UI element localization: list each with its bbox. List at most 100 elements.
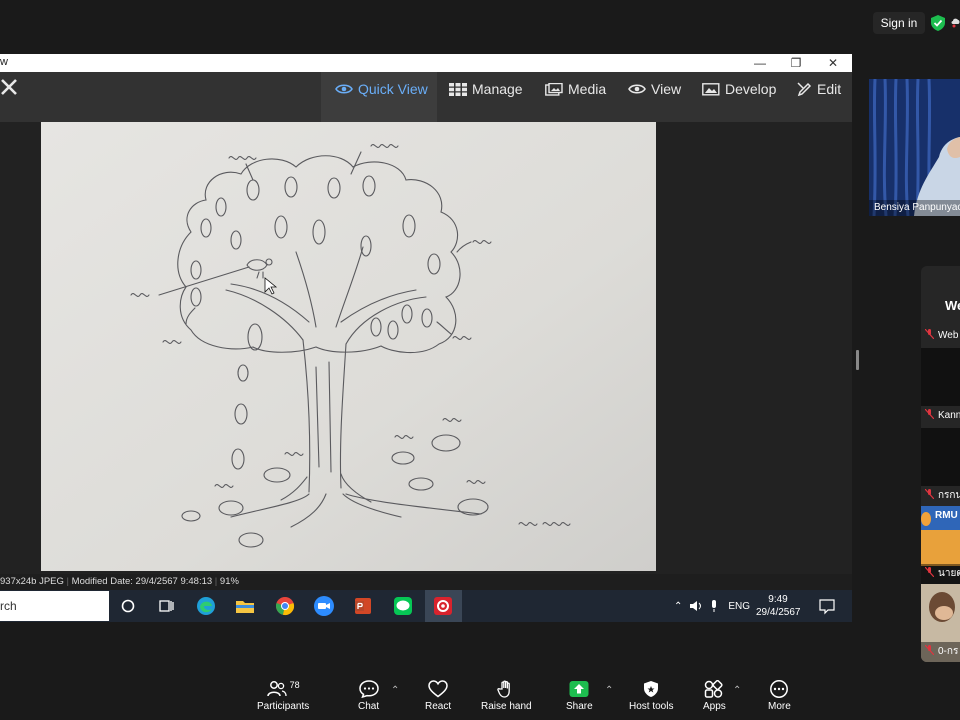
window-title: w [0, 56, 8, 68]
grid-icon [449, 82, 467, 96]
side-participant-label: Kann [938, 410, 960, 421]
taskbar-search-box[interactable]: rch [0, 591, 109, 621]
side-participant-row[interactable]: Kann [921, 406, 960, 426]
tab-edit[interactable]: Edit [797, 76, 841, 102]
chat-label: Chat [358, 701, 380, 712]
shield-icon[interactable] [931, 15, 945, 31]
microphone-icon[interactable] [710, 600, 718, 612]
react-button[interactable]: React [425, 680, 451, 712]
participants-label: Participants [257, 701, 310, 712]
side-banner-text: RMU [935, 510, 958, 521]
side-participant-row[interactable]: 0-กร [921, 642, 960, 662]
tab-view[interactable]: View [628, 76, 681, 102]
participant-video [869, 79, 960, 216]
apps-options-chevron-icon[interactable]: ⌃ [733, 685, 741, 696]
mic-muted-icon [925, 489, 934, 499]
chat-options-chevron-icon[interactable]: ⌃ [391, 685, 399, 696]
side-participant-label: Web [938, 330, 959, 341]
taskbar-search-label: rch [0, 599, 17, 613]
raise-hand-label: Raise hand [481, 701, 532, 712]
panel-resize-handle[interactable] [856, 350, 859, 370]
tab-quick-view-label: Quick View [358, 81, 428, 97]
share-button[interactable]: Share [566, 680, 593, 712]
shared-screen-window: w — ❐ ✕ Quick View Manage Media View Dev… [0, 54, 852, 622]
system-tray: ⌃ ENG [674, 590, 750, 622]
status-modified-date: Modified Date: 29/4/2567 9:48:13 [71, 576, 213, 587]
side-panel-heading: We [945, 298, 960, 313]
close-icon[interactable] [0, 76, 18, 98]
participant-video-tile[interactable]: Bensiya Panpunyac [869, 79, 960, 216]
side-participant-label: 0-กร [938, 646, 959, 657]
chat-button[interactable]: Chat [358, 680, 379, 712]
tab-manage[interactable]: Manage [449, 76, 523, 102]
powerpoint-icon[interactable] [351, 594, 375, 618]
task-view-icon[interactable] [154, 594, 178, 618]
raise-hand-button[interactable]: Raise hand [481, 680, 532, 712]
university-logo-icon [921, 512, 931, 526]
share-options-chevron-icon[interactable]: ⌃ [605, 685, 613, 696]
participants-side-panel: We Web Kann กรกน RMU นายต 0-กร [921, 266, 960, 662]
minimize-icon[interactable]: — [742, 54, 778, 72]
eye-icon [335, 84, 353, 94]
host-tools-button[interactable]: Host tools [629, 680, 673, 712]
participants-count: 78 [289, 680, 300, 690]
line-icon[interactable] [391, 594, 415, 618]
side-participant-row[interactable]: กรกน [921, 486, 960, 506]
side-banner-fill [921, 530, 960, 566]
chrome-icon[interactable] [273, 594, 297, 618]
restore-icon[interactable]: ❐ [778, 54, 814, 72]
close-window-icon[interactable]: ✕ [815, 54, 851, 72]
speaker-icon[interactable] [689, 600, 703, 612]
apps-label: Apps [703, 701, 726, 712]
side-video-blank [921, 428, 960, 486]
image-viewer-canvas [0, 122, 852, 574]
acdsee-icon[interactable] [431, 594, 455, 618]
apps-icon [705, 680, 723, 698]
participant-name: Bensiya Panpunyac [869, 200, 960, 216]
more-icon [770, 680, 789, 698]
window-titlebar: w — ❐ ✕ [0, 54, 852, 72]
develop-icon [702, 82, 720, 96]
windows-taskbar: rch ⌃ ENG 9:49 29/4/2567 [0, 590, 852, 622]
share-screen-icon [569, 681, 589, 697]
clock-time: 9:49 [768, 594, 788, 605]
side-participant-label: กรกน [938, 490, 960, 501]
taskbar-clock[interactable]: 9:49 29/4/2567 [756, 593, 801, 619]
chat-icon [358, 680, 379, 698]
start-circle-icon[interactable] [116, 594, 140, 618]
tab-manage-label: Manage [472, 81, 523, 97]
participants-button[interactable]: 78 Participants [257, 680, 309, 712]
status-zoom: 91% [219, 576, 239, 587]
cloud-icon [951, 18, 960, 28]
tab-media[interactable]: Media [545, 76, 606, 102]
share-label: Share [566, 701, 593, 712]
tab-quick-view[interactable]: Quick View [335, 76, 428, 102]
edge-icon[interactable] [194, 594, 218, 618]
tray-language[interactable]: ENG [728, 601, 750, 612]
person-face-shape [935, 606, 953, 620]
more-button[interactable]: More [768, 680, 791, 712]
mic-muted-icon [925, 645, 934, 655]
side-participant-row[interactable]: นายต [921, 564, 960, 584]
tray-chevron-icon[interactable]: ⌃ [674, 601, 682, 612]
tab-develop[interactable]: Develop [702, 76, 776, 102]
sign-in-button[interactable]: Sign in [873, 12, 925, 34]
status-file-info: 937x24b JPEG [0, 576, 64, 587]
notification-icon[interactable] [815, 594, 839, 618]
file-explorer-icon[interactable] [233, 594, 257, 618]
participants-icon [266, 681, 287, 697]
zoom-icon[interactable] [312, 594, 336, 618]
tab-edit-label: Edit [817, 81, 842, 97]
tree-drawing [41, 122, 656, 571]
tree-drawing-photo[interactable] [41, 122, 656, 571]
tab-view-label: View [651, 81, 682, 97]
apps-button[interactable]: Apps [703, 680, 726, 712]
clock-date: 29/4/2567 [756, 607, 801, 618]
host-tools-label: Host tools [629, 701, 674, 712]
mic-muted-icon [925, 567, 934, 577]
side-participant-label: นายต [938, 568, 960, 579]
tab-develop-label: Develop [725, 81, 777, 97]
screen: Sign in w — ❐ ✕ Quick View Manage Media … [0, 0, 960, 720]
side-participant-row[interactable]: Web [921, 326, 960, 346]
eye-icon [628, 84, 646, 94]
